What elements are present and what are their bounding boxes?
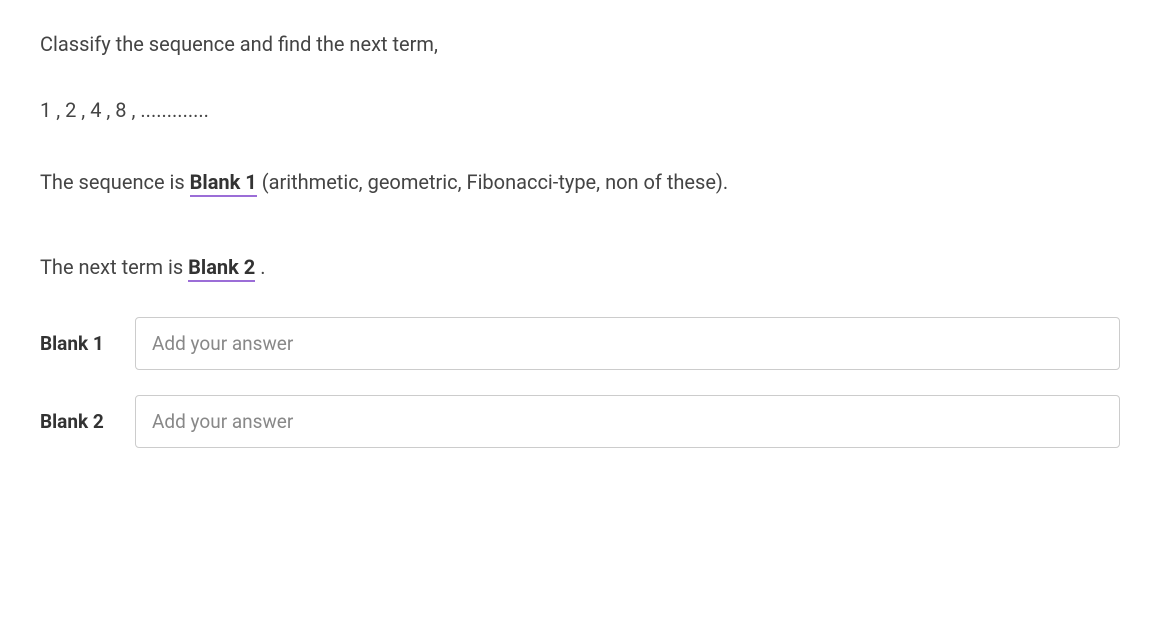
statement-2: The next term is Blank 2 . bbox=[40, 252, 1120, 282]
statement-1-suffix: (arithmetic, geometric, Fibonacci-type, … bbox=[257, 170, 728, 194]
blank-1-reference: Blank 1 bbox=[190, 170, 257, 197]
answer-row-2: Blank 2 bbox=[40, 395, 1120, 448]
blank-1-input[interactable] bbox=[135, 317, 1120, 370]
statement-1: The sequence is Blank 1 (arithmetic, geo… bbox=[40, 167, 1120, 197]
sequence-display: 1 , 2 , 4 , 8 , ............. bbox=[40, 98, 1120, 122]
blank-2-label: Blank 2 bbox=[40, 410, 120, 433]
statement-1-prefix: The sequence is bbox=[40, 170, 190, 194]
statement-2-suffix: . bbox=[255, 255, 265, 279]
statement-2-prefix: The next term is bbox=[40, 255, 188, 279]
blank-2-reference: Blank 2 bbox=[188, 255, 255, 282]
blank-1-label: Blank 1 bbox=[40, 332, 120, 355]
blank-2-input[interactable] bbox=[135, 395, 1120, 448]
answer-row-1: Blank 1 bbox=[40, 317, 1120, 370]
question-prompt: Classify the sequence and find the next … bbox=[40, 30, 1120, 58]
